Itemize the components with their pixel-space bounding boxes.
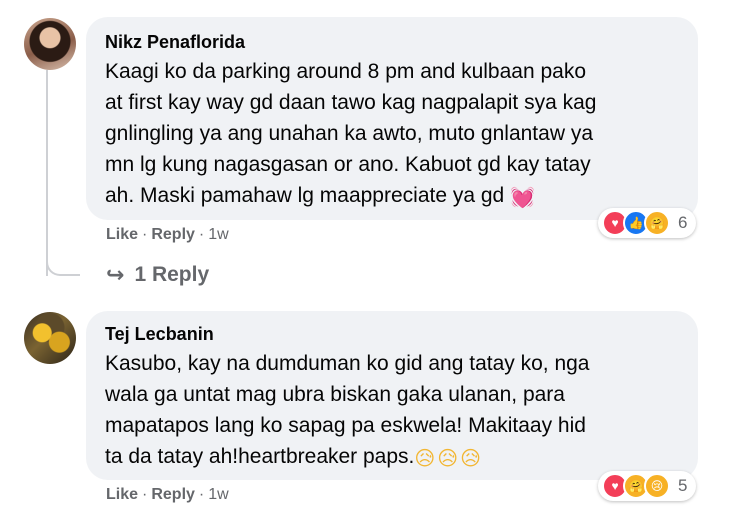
reaction-count: 5: [678, 476, 688, 495]
comment-author[interactable]: Nikz Penaflorida: [105, 31, 698, 53]
heart-emoji-icon: 💓: [510, 187, 535, 209]
separator-dot: ·: [198, 486, 205, 503]
comment-actions: Like · Reply · 1w: [106, 486, 229, 504]
comment-bubble: Nikz Penaflorida Kaagi ko da parking aro…: [86, 17, 698, 220]
reply-arrow-icon: ↪: [106, 262, 125, 287]
replies-count-label: 1 Reply: [134, 263, 210, 286]
avatar[interactable]: [24, 18, 76, 70]
comment-text: Kaagi ko da parking around 8 pm and kulb…: [105, 56, 695, 214]
reaction-summary[interactable]: ♥ 👍 🤗 6: [598, 208, 696, 238]
reaction-count: 6: [678, 213, 688, 232]
separator-dot: ·: [198, 226, 205, 243]
avatar[interactable]: [24, 312, 76, 364]
reply-button[interactable]: Reply: [151, 486, 195, 504]
like-button[interactable]: Like: [106, 486, 138, 504]
comment-bubble: Tej Lecbanin Kasubo, kay na dumduman ko …: [86, 311, 698, 480]
comment-timestamp[interactable]: 1w: [208, 226, 228, 244]
separator-dot: ·: [142, 486, 148, 503]
separator-dot: ·: [142, 226, 148, 243]
comment-body: Kasubo, kay na dumduman ko gid ang tatay…: [105, 352, 590, 468]
sad-reaction-icon: 😢: [644, 473, 670, 499]
sad-face-emoji-icon: 😥😥😥: [414, 448, 483, 470]
reaction-summary[interactable]: ♥ 🤗 😢 5: [598, 471, 696, 501]
like-button[interactable]: Like: [106, 226, 138, 244]
view-replies-button[interactable]: ↪ 1 Reply: [106, 262, 209, 288]
reply-button[interactable]: Reply: [151, 226, 195, 244]
care-reaction-icon: 🤗: [644, 210, 670, 236]
comment-author[interactable]: Tej Lecbanin: [105, 323, 698, 345]
thread-connector: [46, 246, 80, 276]
comment-actions: Like · Reply · 1w: [106, 226, 229, 244]
comment-timestamp[interactable]: 1w: [208, 486, 228, 504]
comment-text: Kasubo, kay na dumduman ko gid ang tatay…: [105, 348, 695, 475]
